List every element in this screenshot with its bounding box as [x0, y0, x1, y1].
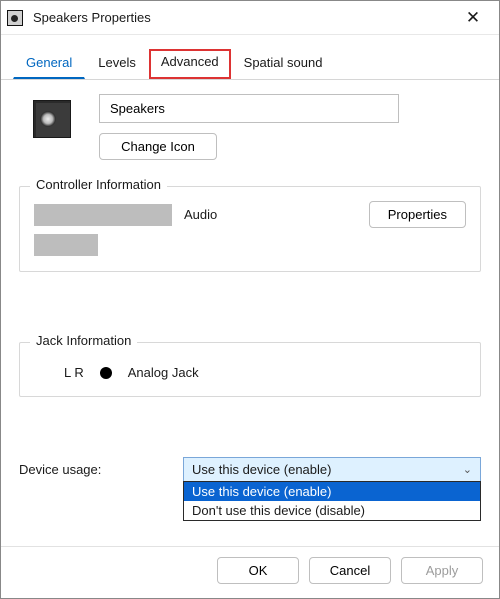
combobox-selected-text: Use this device (enable)	[192, 462, 331, 477]
jack-info-group: Jack Information L R Analog Jack	[19, 342, 481, 397]
tab-spatial[interactable]: Spatial sound	[231, 49, 336, 79]
close-icon: ✕	[466, 8, 480, 27]
controller-info-title: Controller Information	[30, 177, 167, 192]
tab-advanced[interactable]: Advanced	[149, 49, 231, 79]
combobox-display[interactable]: Use this device (enable) ⌄	[183, 457, 481, 482]
combobox-option-enable[interactable]: Use this device (enable)	[184, 482, 480, 501]
titlebar: Speakers Properties ✕	[1, 1, 499, 35]
device-column: Change Icon	[99, 94, 481, 160]
tab-levels[interactable]: Levels	[85, 49, 149, 79]
controller-row-1: Audio Properties	[34, 201, 466, 228]
controller-row-2	[34, 228, 466, 259]
controller-suffix: Audio	[184, 207, 217, 222]
device-row: Change Icon	[19, 94, 481, 160]
tab-content-general: Change Icon Controller Information Audio…	[1, 80, 499, 546]
jack-type-label: Analog Jack	[128, 365, 199, 380]
window-title: Speakers Properties	[33, 10, 151, 25]
cancel-button[interactable]: Cancel	[309, 557, 391, 584]
device-usage-label: Device usage:	[19, 457, 159, 477]
combobox-option-disable[interactable]: Don't use this device (disable)	[184, 501, 480, 520]
speaker-icon	[7, 10, 23, 26]
jack-lr-label: L R	[64, 365, 84, 380]
jack-row: L R Analog Jack	[34, 357, 466, 384]
apply-button[interactable]: Apply	[401, 557, 483, 584]
close-button[interactable]: ✕	[453, 6, 493, 30]
device-usage-combobox[interactable]: Use this device (enable) ⌄ Use this devi…	[183, 457, 481, 482]
device-name-input[interactable]	[99, 94, 399, 123]
properties-window: Speakers Properties ✕ General Levels Adv…	[0, 0, 500, 599]
device-usage-row: Device usage: Use this device (enable) ⌄…	[19, 457, 481, 482]
controller-properties-button[interactable]: Properties	[369, 201, 466, 228]
jack-info-title: Jack Information	[30, 333, 137, 348]
change-icon-button[interactable]: Change Icon	[99, 133, 217, 160]
footer-buttons: OK Cancel Apply	[1, 546, 499, 598]
tab-general[interactable]: General	[13, 49, 85, 79]
combobox-dropdown: Use this device (enable) Don't use this …	[183, 481, 481, 521]
controller-info-group: Controller Information Audio Properties	[19, 186, 481, 272]
jack-color-dot	[100, 367, 112, 379]
chevron-down-icon: ⌄	[463, 463, 472, 476]
device-icon	[33, 100, 71, 138]
controller-vendor-redacted	[34, 234, 98, 256]
controller-name-redacted	[34, 204, 172, 226]
ok-button[interactable]: OK	[217, 557, 299, 584]
tab-bar: General Levels Advanced Spatial sound	[1, 35, 499, 80]
